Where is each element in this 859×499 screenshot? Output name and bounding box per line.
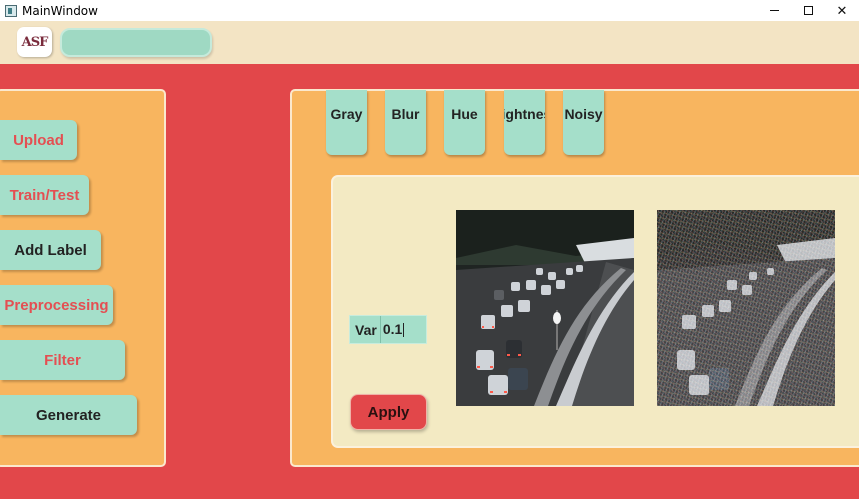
tab-gray[interactable]: Gray — [326, 90, 367, 155]
filter-button[interactable]: Filter — [0, 340, 125, 380]
apply-button[interactable]: Apply — [350, 394, 427, 430]
tab-brightness-label: Brightness — [504, 106, 545, 122]
upload-button[interactable]: Upload — [0, 120, 77, 160]
minimize-icon — [769, 10, 779, 11]
variance-field: Var 0.1 — [349, 315, 427, 344]
text-caret — [403, 322, 405, 337]
variance-label: Var — [355, 321, 377, 338]
top-bar: ASF — [0, 21, 859, 64]
tab-brightness[interactable]: Brightness — [504, 90, 545, 155]
top-search-bar[interactable] — [60, 28, 212, 57]
maximize-button[interactable] — [791, 0, 825, 21]
close-icon: ✕ — [836, 2, 848, 18]
close-button[interactable]: ✕ — [825, 0, 859, 21]
tab-noisy[interactable]: Noisy — [563, 90, 604, 155]
variance-input[interactable]: 0.1 — [379, 316, 405, 343]
add-label-button[interactable]: Add Label — [0, 230, 101, 270]
variance-value: 0.1 — [382, 321, 403, 337]
noisy-image — [657, 210, 835, 406]
window-controls: ✕ — [757, 0, 859, 21]
window-titlebar: MainWindow ✕ — [0, 0, 859, 21]
tab-blur[interactable]: Blur — [385, 90, 426, 155]
logo-icon: ASF — [21, 34, 49, 50]
preprocessing-button[interactable]: Preprocessing — [0, 285, 113, 325]
highway-photo-icon — [456, 210, 634, 406]
minimize-button[interactable] — [757, 0, 791, 21]
maximize-icon — [803, 6, 813, 15]
app-logo: ASF — [17, 27, 52, 57]
original-image — [456, 210, 634, 406]
train-test-button[interactable]: Train/Test — [0, 175, 89, 215]
noise-overlay — [657, 210, 835, 406]
window-title: MainWindow — [22, 3, 98, 18]
tab-hue[interactable]: Hue — [444, 90, 485, 155]
generate-button[interactable]: Generate — [0, 395, 137, 435]
app-window-icon — [5, 4, 17, 17]
